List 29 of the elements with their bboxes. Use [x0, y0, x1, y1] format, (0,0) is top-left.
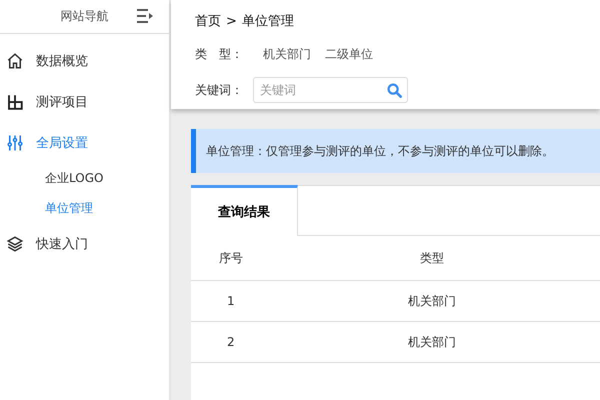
- notice-banner: 单位管理：仅管理参与测评的单位，不参与测评的单位可以删除。: [191, 129, 600, 173]
- search-icon[interactable]: [387, 83, 402, 98]
- table-cell: 机关部门: [408, 334, 456, 350]
- column-header: 序号: [218, 250, 243, 266]
- tab[interactable]: 查询结果: [191, 185, 298, 236]
- sliders-icon: [6, 134, 24, 152]
- grid-icon: [6, 92, 24, 110]
- home-icon: [6, 52, 24, 70]
- filter-label: 类 型：: [195, 46, 243, 63]
- nav-subitem[interactable]: 单位管理: [0, 193, 169, 223]
- table-cell: 机关部门: [408, 292, 456, 310]
- menu-icon[interactable]: [137, 9, 153, 23]
- sidebar-title: 网站导航: [60, 8, 108, 25]
- breadcrumb-current: 单位管理: [242, 13, 294, 30]
- nav-item[interactable]: 全局设置: [0, 122, 169, 163]
- filter-label: 关键词：: [195, 82, 243, 98]
- type-option[interactable]: 二级单位: [325, 46, 373, 63]
- breadcrumb-separator: >: [226, 14, 237, 28]
- breadcrumb-link[interactable]: 首页: [195, 12, 221, 30]
- keyword-field[interactable]: 关键词: [253, 77, 408, 103]
- column-header: 类型: [420, 250, 444, 266]
- layers-icon: [6, 234, 24, 252]
- table-cell-text: 2: [226, 335, 235, 349]
- nav-item[interactable]: 数据概览: [0, 40, 169, 81]
- type-option[interactable]: 机关部门: [263, 46, 311, 63]
- table-cell-text: 1: [226, 294, 235, 308]
- nav-subitem[interactable]: 企业LOGO: [0, 163, 169, 193]
- nav-item[interactable]: 测评项目: [0, 81, 169, 122]
- nav-item[interactable]: 快速入门: [0, 223, 169, 264]
